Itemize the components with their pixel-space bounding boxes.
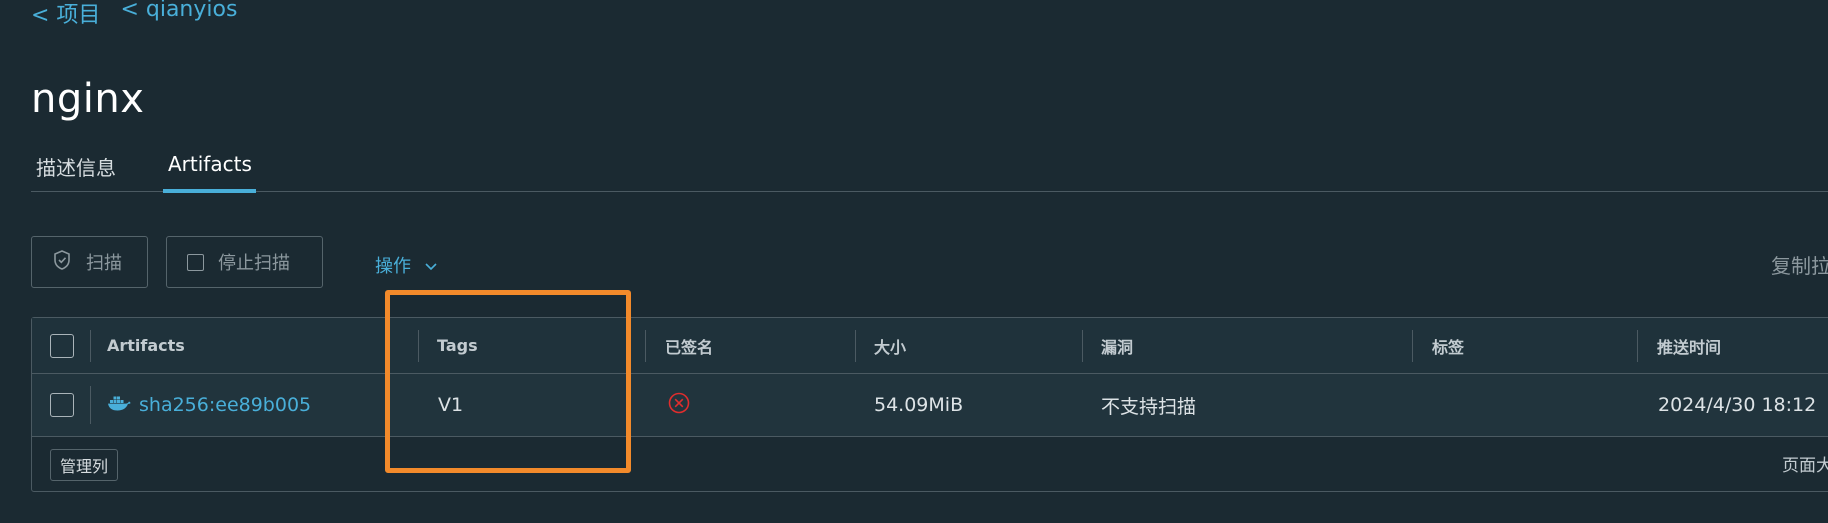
stop-square-icon [187,253,204,271]
column-divider[interactable] [855,330,856,362]
table-row[interactable]: sha256:ee89b005 V1 54.09MiB 不支持扫描 2024/4… [32,374,1828,437]
column-divider[interactable] [1412,330,1413,362]
breadcrumb-project-link[interactable]: < qianyios [120,0,237,29]
row-select-cell [50,374,74,436]
artifact-cell: sha256:ee89b005 [107,374,311,436]
manage-columns-button[interactable]: 管理列 [50,449,119,481]
tags-column-highlight-box [385,290,631,473]
column-header-push-time[interactable]: 推送时间 [1657,318,1721,373]
docker-icon [107,394,131,417]
row-checkbox[interactable] [50,393,74,417]
column-divider [90,330,91,362]
table-header: Artifacts Tags 已签名 大小 漏洞 标签 推送时间 [32,318,1828,374]
select-all-checkbox[interactable] [50,333,74,358]
scan-button-label: 扫描 [86,253,122,274]
row-divider [90,386,91,424]
column-header-artifacts[interactable]: Artifacts [107,318,185,373]
page: < 项目 < qianyios nginx 描述信息 Artifacts 扫描 … [0,0,1828,523]
artifacts-table: Artifacts Tags 已签名 大小 漏洞 标签 推送时间 sha256:… [31,317,1828,492]
column-header-signed[interactable]: 已签名 [665,318,713,373]
size-cell: 54.09MiB [874,394,964,416]
breadcrumb: < 项目 < qianyios [31,0,237,29]
chevron-down-icon [425,255,437,276]
artifact-digest-link[interactable]: sha256:ee89b005 [139,394,311,416]
tab-description[interactable]: 描述信息 [36,152,116,181]
tab-bar: 描述信息 Artifacts [31,147,1828,193]
signed-cell [668,374,690,436]
actions-dropdown[interactable]: 操作 [375,252,437,278]
column-divider[interactable] [645,330,646,362]
page-title: nginx [31,76,145,122]
push-time-cell: 2024/4/30 18:12 [1658,394,1817,416]
column-header-size[interactable]: 大小 [874,318,906,373]
column-header-vulnerabilities[interactable]: 漏洞 [1101,318,1133,373]
table-footer: 管理列 页面大 [32,437,1828,491]
shield-icon [52,249,72,276]
breadcrumb-projects-link[interactable]: < 项目 [31,0,100,29]
column-header-labels[interactable]: 标签 [1432,318,1464,373]
active-tab-indicator [163,189,256,193]
vulnerabilities-cell: 不支持扫描 [1101,395,1197,418]
stop-scan-button[interactable]: 停止扫描 [166,236,323,288]
page-size-label: 页面大 [1782,456,1828,476]
stop-scan-button-label: 停止扫描 [218,253,290,274]
not-signed-icon [668,392,690,418]
scan-button[interactable]: 扫描 [31,236,148,288]
tab-artifacts[interactable]: Artifacts [168,152,252,176]
select-all-cell [50,318,74,373]
column-divider[interactable] [1637,330,1638,362]
copy-pull-command-button[interactable]: 复制拉 [1771,250,1828,279]
column-divider[interactable] [1082,330,1083,362]
actions-dropdown-label: 操作 [375,256,411,277]
